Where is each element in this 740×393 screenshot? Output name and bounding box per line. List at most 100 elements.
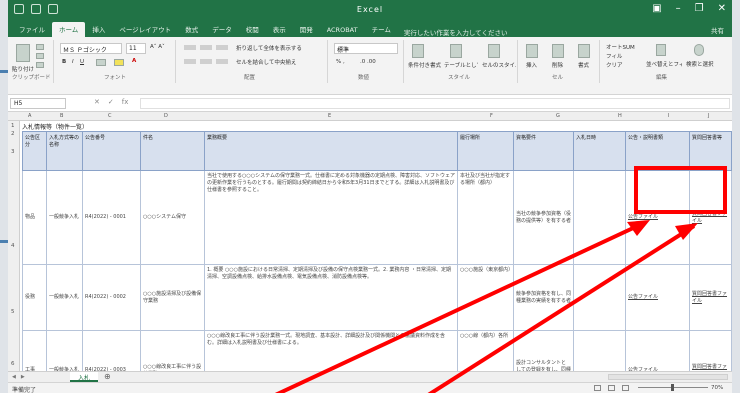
sort-filter-icon[interactable] — [656, 44, 666, 56]
font-name-select[interactable]: ＭＳ Ｐゴシック — [60, 43, 122, 54]
tab-formulas[interactable]: 数式 — [178, 22, 205, 37]
column-header[interactable]: A — [28, 113, 31, 119]
column-header[interactable]: I — [668, 113, 669, 119]
find-select-icon[interactable] — [694, 44, 704, 56]
fill-color-icon[interactable] — [114, 59, 124, 66]
qa-link[interactable]: 質問回答書ファイル — [689, 330, 732, 371]
worksheet-grid[interactable]: 入札情報等（物件一覧） 公告区分 入札方式等の名称 公告番号 件名 業務概要 履… — [20, 121, 732, 371]
cell-schedule[interactable] — [573, 264, 626, 331]
qa-link[interactable]: 質問回答書ファイル — [689, 264, 732, 331]
cell-number[interactable]: R4(2022) - 0001 — [82, 170, 141, 265]
cell-number[interactable]: R4(2022) - 0003 — [82, 330, 141, 371]
tab-page-layout[interactable]: ページレイアウト — [112, 22, 178, 37]
notice-link[interactable]: 公告ファイル — [625, 330, 690, 371]
row-header[interactable]: 2 — [11, 131, 15, 137]
page-break-view-icon[interactable] — [622, 385, 629, 391]
number-format-select[interactable]: 標準 — [334, 43, 398, 54]
cell-requirements[interactable]: 競争参加資格を有し、同種業務の実績を有する者 — [513, 264, 574, 331]
function-icon[interactable]: fx — [122, 98, 129, 106]
align-right-icon[interactable] — [216, 59, 228, 64]
page-layout-view-icon[interactable] — [608, 385, 615, 391]
row-header[interactable]: 6 — [11, 361, 15, 367]
tab-review[interactable]: 校閲 — [239, 22, 266, 37]
column-header[interactable]: H — [618, 113, 622, 119]
cell-description[interactable]: ○○○線改良工事に伴う設計業務一式。現地調査、基本設計、詳細設計及び関係機関との… — [204, 330, 458, 371]
paste-icon[interactable] — [16, 44, 30, 62]
share-button[interactable]: 共有 — [711, 25, 724, 35]
cell-method[interactable]: 一般競争入札 — [46, 330, 83, 371]
cell-subject[interactable]: ○○○施設清掃及び設備保守業務 — [140, 264, 205, 331]
header-cell[interactable]: 業務概要 — [204, 131, 458, 171]
autosum-button[interactable]: オートSUM — [606, 43, 635, 51]
font-size-select[interactable]: 11 — [126, 43, 146, 54]
header-cell[interactable]: 資格要件 — [513, 131, 574, 171]
zoom-level[interactable]: 70% — [711, 385, 723, 391]
restore-icon[interactable]: ❐ — [695, 3, 704, 14]
align-top-icon[interactable] — [184, 45, 196, 50]
percent-icon[interactable]: % , — [336, 59, 345, 65]
header-cell[interactable]: 履行場所 — [457, 131, 514, 171]
header-cell[interactable]: 入札方式等の名称 — [46, 131, 83, 171]
format-painter-icon[interactable] — [36, 62, 44, 68]
header-cell[interactable]: 公告・説明書類 — [625, 131, 690, 171]
cell-subject[interactable]: ○○○システム保守 — [140, 170, 205, 265]
format-table-icon[interactable] — [450, 44, 462, 58]
insert-cells-icon[interactable] — [526, 44, 538, 58]
wrap-text-button[interactable]: 折り返して全体を表示する — [236, 44, 302, 52]
column-header[interactable]: F — [490, 113, 493, 119]
close-icon[interactable]: ✕ — [718, 3, 726, 14]
font-color-icon[interactable]: A — [132, 58, 136, 64]
cut-icon[interactable] — [36, 44, 44, 50]
align-center-icon[interactable] — [200, 59, 212, 64]
column-header[interactable]: G — [556, 113, 560, 119]
column-header[interactable]: E — [328, 113, 331, 119]
cell-area[interactable]: ○○○施設（東京都内） — [457, 264, 514, 331]
zoom-knob[interactable] — [671, 384, 674, 391]
align-middle-icon[interactable] — [200, 45, 212, 50]
sheet-next-icon[interactable]: ▶ — [21, 374, 25, 380]
sheet-prev-icon[interactable]: ◀ — [12, 374, 16, 380]
tab-home[interactable]: ホーム — [52, 22, 86, 37]
horizontal-scrollbar[interactable] — [608, 374, 728, 380]
fill-button[interactable]: フィル — [606, 52, 622, 60]
italic-icon[interactable]: I — [72, 59, 74, 65]
tab-developer[interactable]: 開発 — [293, 22, 320, 37]
qa-link[interactable]: 質問回答書ファイル — [689, 170, 732, 265]
column-header[interactable]: C — [108, 113, 112, 119]
name-box[interactable]: H5 — [10, 98, 66, 109]
delete-cells-icon[interactable] — [552, 44, 564, 58]
tab-acrobat[interactable]: ACROBAT — [320, 24, 365, 37]
header-cell[interactable]: 公告番号 — [82, 131, 141, 171]
column-header[interactable]: J — [708, 113, 709, 119]
cell-area[interactable]: ○○○線（都内）各所 — [457, 330, 514, 371]
minimize-icon[interactable]: – — [676, 3, 681, 14]
format-cells-icon[interactable] — [578, 44, 590, 58]
cancel-icon[interactable]: ✕ — [94, 98, 100, 106]
row-header[interactable]: 1 — [11, 123, 15, 129]
header-cell[interactable]: 公告区分 — [22, 131, 47, 171]
row-header[interactable]: 4 — [11, 243, 15, 249]
cell-method[interactable]: 一般競争入札 — [46, 170, 83, 265]
row-header[interactable]: 5 — [11, 309, 15, 315]
copy-icon[interactable] — [36, 53, 44, 59]
tab-insert[interactable]: 挿入 — [85, 22, 112, 37]
decimal-icon[interactable]: .0 .00 — [360, 59, 376, 65]
add-sheet-icon[interactable]: ⊕ — [104, 372, 111, 381]
bold-icon[interactable]: B — [62, 59, 66, 65]
underline-icon[interactable]: U — [80, 59, 84, 65]
ribbon-display-icon[interactable]: ▣ — [652, 3, 661, 14]
font-grow-icon[interactable]: A˄ A˅ — [150, 44, 165, 50]
cell-schedule[interactable] — [573, 330, 626, 371]
sheet-tab[interactable]: 入札 — [70, 372, 99, 382]
cell-description[interactable]: 当社で使用する○○○システムの保守業務一式。仕様書に定める対象機器の定期点検、障… — [204, 170, 458, 265]
cell-number[interactable]: R4(2022) - 0002 — [82, 264, 141, 331]
column-header[interactable]: D — [164, 113, 168, 119]
cell-kubun[interactable]: 物品 — [22, 170, 47, 265]
tab-team[interactable]: チーム — [365, 22, 398, 37]
header-cell[interactable]: 入札日時 — [573, 131, 626, 171]
notice-link[interactable]: 公告ファイル — [625, 170, 690, 265]
cell-area[interactable]: 本社及び当社が指定する場所（都内） — [457, 170, 514, 265]
clear-button[interactable]: クリア — [606, 61, 623, 69]
formula-input[interactable] — [140, 98, 730, 109]
tab-data[interactable]: データ — [205, 22, 239, 37]
